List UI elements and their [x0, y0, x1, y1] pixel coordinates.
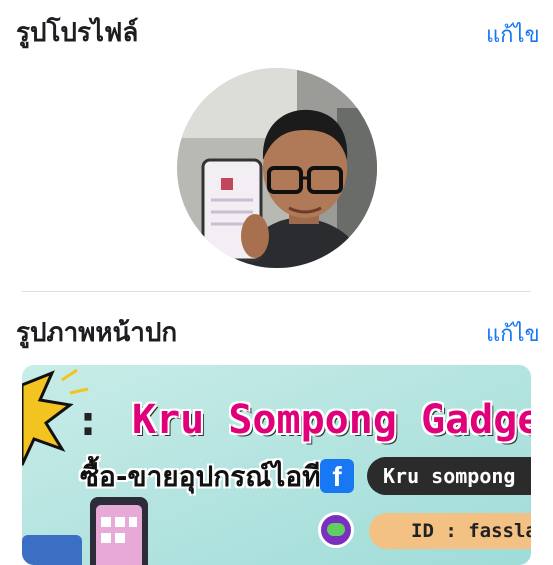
line-id-pill: ID : fasslabl — [369, 513, 531, 549]
facebook-icon: f — [320, 459, 354, 493]
cover-headline: Kru Sompong Gadge — [132, 397, 531, 443]
cover-colon: : — [80, 399, 96, 445]
edit-cover-photo-link[interactable]: แก้ไข — [486, 316, 540, 351]
cover-photo[interactable]: : Kru Sompong Gadge ซื้อ-ขายอุปกรณ์ไอที … — [22, 365, 531, 565]
section-divider — [22, 291, 531, 292]
profile-photo-title: รูปโปรไฟล์ — [16, 18, 139, 48]
cover-photo-title: รูปภาพหน้าปก — [16, 318, 178, 348]
cover-subtitle: ซื้อ-ขายอุปกรณ์ไอที — [80, 460, 321, 493]
profile-photo-image — [177, 68, 377, 268]
profile-photo[interactable] — [177, 68, 377, 268]
facebook-name-pill: Kru sompong — [367, 457, 531, 495]
line-icon — [318, 512, 354, 548]
edit-profile-photo-link[interactable]: แก้ไข — [486, 17, 540, 52]
